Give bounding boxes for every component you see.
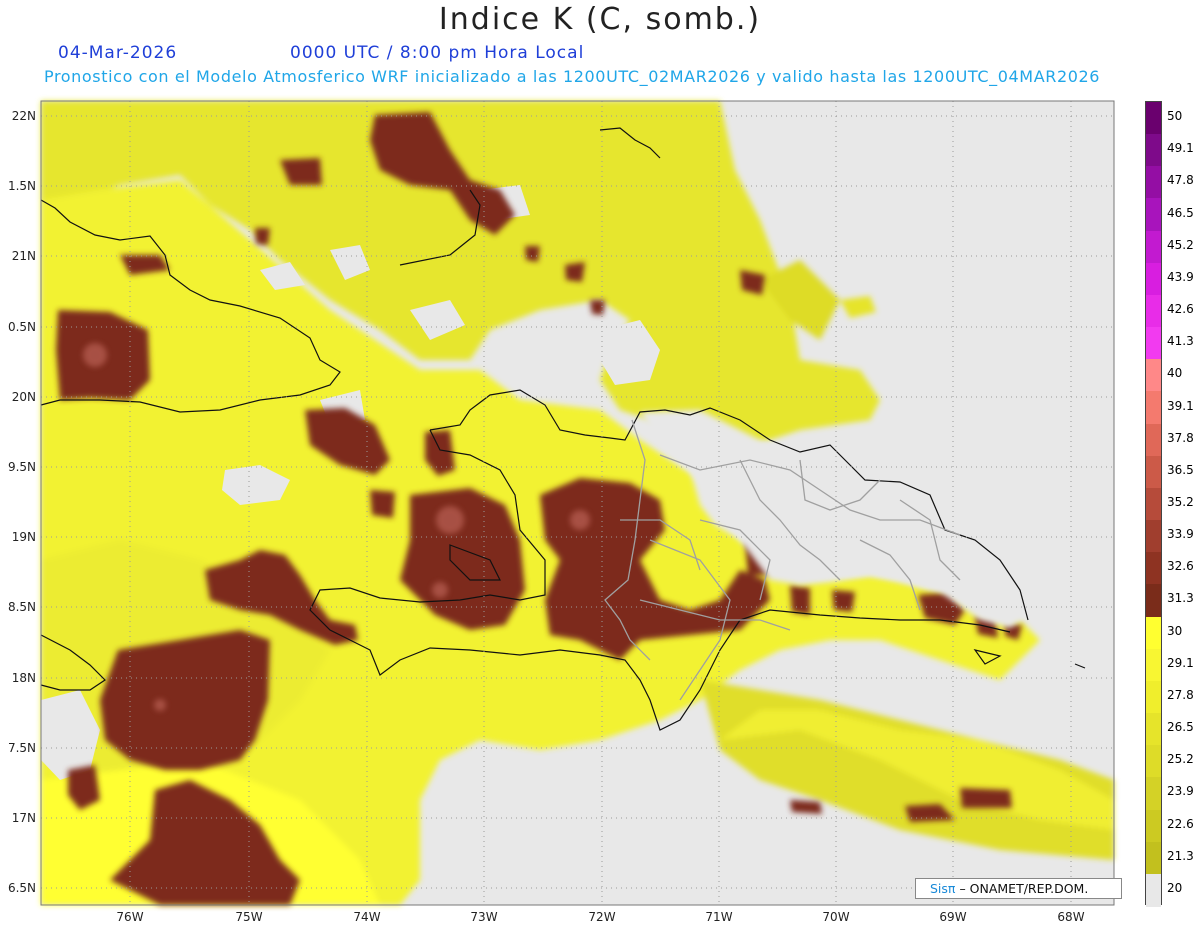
colorbar-segment <box>1146 391 1161 425</box>
colorbar-label: 45.2 <box>1167 237 1194 252</box>
colorbar-label: 37.8 <box>1167 430 1194 445</box>
colorbar-label: 31.3 <box>1167 591 1194 606</box>
lat-label: 20N <box>12 390 36 404</box>
lon-label: 72W <box>588 910 615 924</box>
lon-label: 76W <box>116 910 143 924</box>
lon-label: 71W <box>705 910 732 924</box>
lat-label: 8.5N <box>8 600 36 614</box>
colorbar-label: 46.5 <box>1167 205 1194 220</box>
colorbar-label: 33.9 <box>1167 527 1194 542</box>
colorbar-label: 43.9 <box>1167 269 1194 284</box>
lat-label: 22N <box>12 109 36 123</box>
lon-label: 73W <box>470 910 497 924</box>
lat-label: 19N <box>12 530 36 544</box>
colorbar-segment <box>1146 327 1161 360</box>
forecast-time: 0000 UTC / 8:00 pm Hora Local <box>290 43 585 63</box>
map-title: Indice K (C, somb.) <box>438 2 762 37</box>
colorbar-label: 21.3 <box>1167 848 1194 863</box>
lat-label: 9.5N <box>8 460 36 474</box>
lat-label: 0.5N <box>8 320 36 334</box>
credit-box: Sisπ – ONAMET/REP.DOM. <box>915 878 1122 899</box>
colorbar-segment <box>1146 873 1161 907</box>
lat-label: 18N <box>12 671 36 685</box>
colorbar-label: 39.1 <box>1167 398 1194 413</box>
lat-label: 6.5N <box>8 881 36 895</box>
lon-label: 69W <box>939 910 966 924</box>
lat-axis: 22N 1.5N 21N 0.5N 20N 9.5N 19N 8.5N 18N … <box>8 109 36 895</box>
colorbar-label: 47.8 <box>1167 173 1194 188</box>
colorbar-segment <box>1146 487 1161 521</box>
colorbar-label: 25.2 <box>1167 752 1194 767</box>
forecast-map: 22N 1.5N 21N 0.5N 20N 9.5N 19N 8.5N 18N … <box>8 100 1115 924</box>
colorbar-label: 30 <box>1167 623 1183 638</box>
credit-pi: π <box>947 881 956 896</box>
lat-label: 21N <box>12 249 36 263</box>
colorbar-segment <box>1146 134 1161 167</box>
colorbar-segment <box>1146 809 1161 843</box>
colorbar-label: 42.6 <box>1167 302 1194 317</box>
colorbar-segment <box>1146 616 1161 650</box>
colorbar-segment <box>1146 198 1161 232</box>
colorbar-segment <box>1146 294 1161 328</box>
colorbar-segment <box>1146 102 1161 135</box>
colorbar-segment <box>1146 520 1161 553</box>
colorbar-label: 40 <box>1167 366 1183 381</box>
lon-label: 68W <box>1057 910 1084 924</box>
colorbar-segment <box>1146 777 1161 811</box>
colorbar-segment <box>1146 745 1161 778</box>
colorbar-segment <box>1146 455 1161 489</box>
colorbar-segment <box>1146 680 1161 714</box>
colorbar-segment <box>1146 423 1161 457</box>
colorbar-label: 50 <box>1167 109 1183 124</box>
colorbar-segment <box>1146 584 1161 618</box>
lat-label: 7.5N <box>8 741 36 755</box>
colorbar-label: 29.1 <box>1167 655 1194 670</box>
lon-label: 74W <box>353 910 380 924</box>
colorbar-label: 32.6 <box>1167 559 1194 574</box>
colorbar-label: 27.8 <box>1167 687 1194 702</box>
colorbar-label: 41.3 <box>1167 334 1194 349</box>
lat-label: 17N <box>12 811 36 825</box>
colorbar-segment <box>1146 166 1161 200</box>
colorbar <box>1145 101 1162 907</box>
lon-axis: 76W 75W 74W 73W 72W 71W 70W 69W 68W <box>116 910 1084 924</box>
colorbar-label: 35.2 <box>1167 495 1194 509</box>
colorbar-segment <box>1146 713 1161 746</box>
colorbar-label: 49.1 <box>1167 141 1194 156</box>
credit-brand: Sis <box>930 881 948 896</box>
lon-label: 75W <box>235 910 262 924</box>
colorbar-label: 23.9 <box>1167 784 1194 799</box>
colorbar-segment <box>1146 359 1161 393</box>
lat-label: 1.5N <box>8 179 36 193</box>
colorbar-label: 22.6 <box>1167 816 1194 831</box>
colorbar-label: 20 <box>1167 880 1183 895</box>
colorbar-segment <box>1146 841 1161 875</box>
colorbar-segment <box>1146 648 1161 682</box>
lon-label: 70W <box>822 910 849 924</box>
colorbar-segment <box>1146 552 1161 585</box>
forecast-subtitle: Pronostico con el Modelo Atmosferico WRF… <box>44 67 1101 86</box>
colorbar-label: 36.5 <box>1167 462 1194 477</box>
colorbar-segment <box>1146 230 1161 264</box>
colorbar-label: 26.5 <box>1167 720 1194 735</box>
credit-text: – ONAMET/REP.DOM. <box>959 881 1089 896</box>
forecast-date: 04-Mar-2026 <box>58 43 178 63</box>
colorbar-segment <box>1146 262 1161 296</box>
